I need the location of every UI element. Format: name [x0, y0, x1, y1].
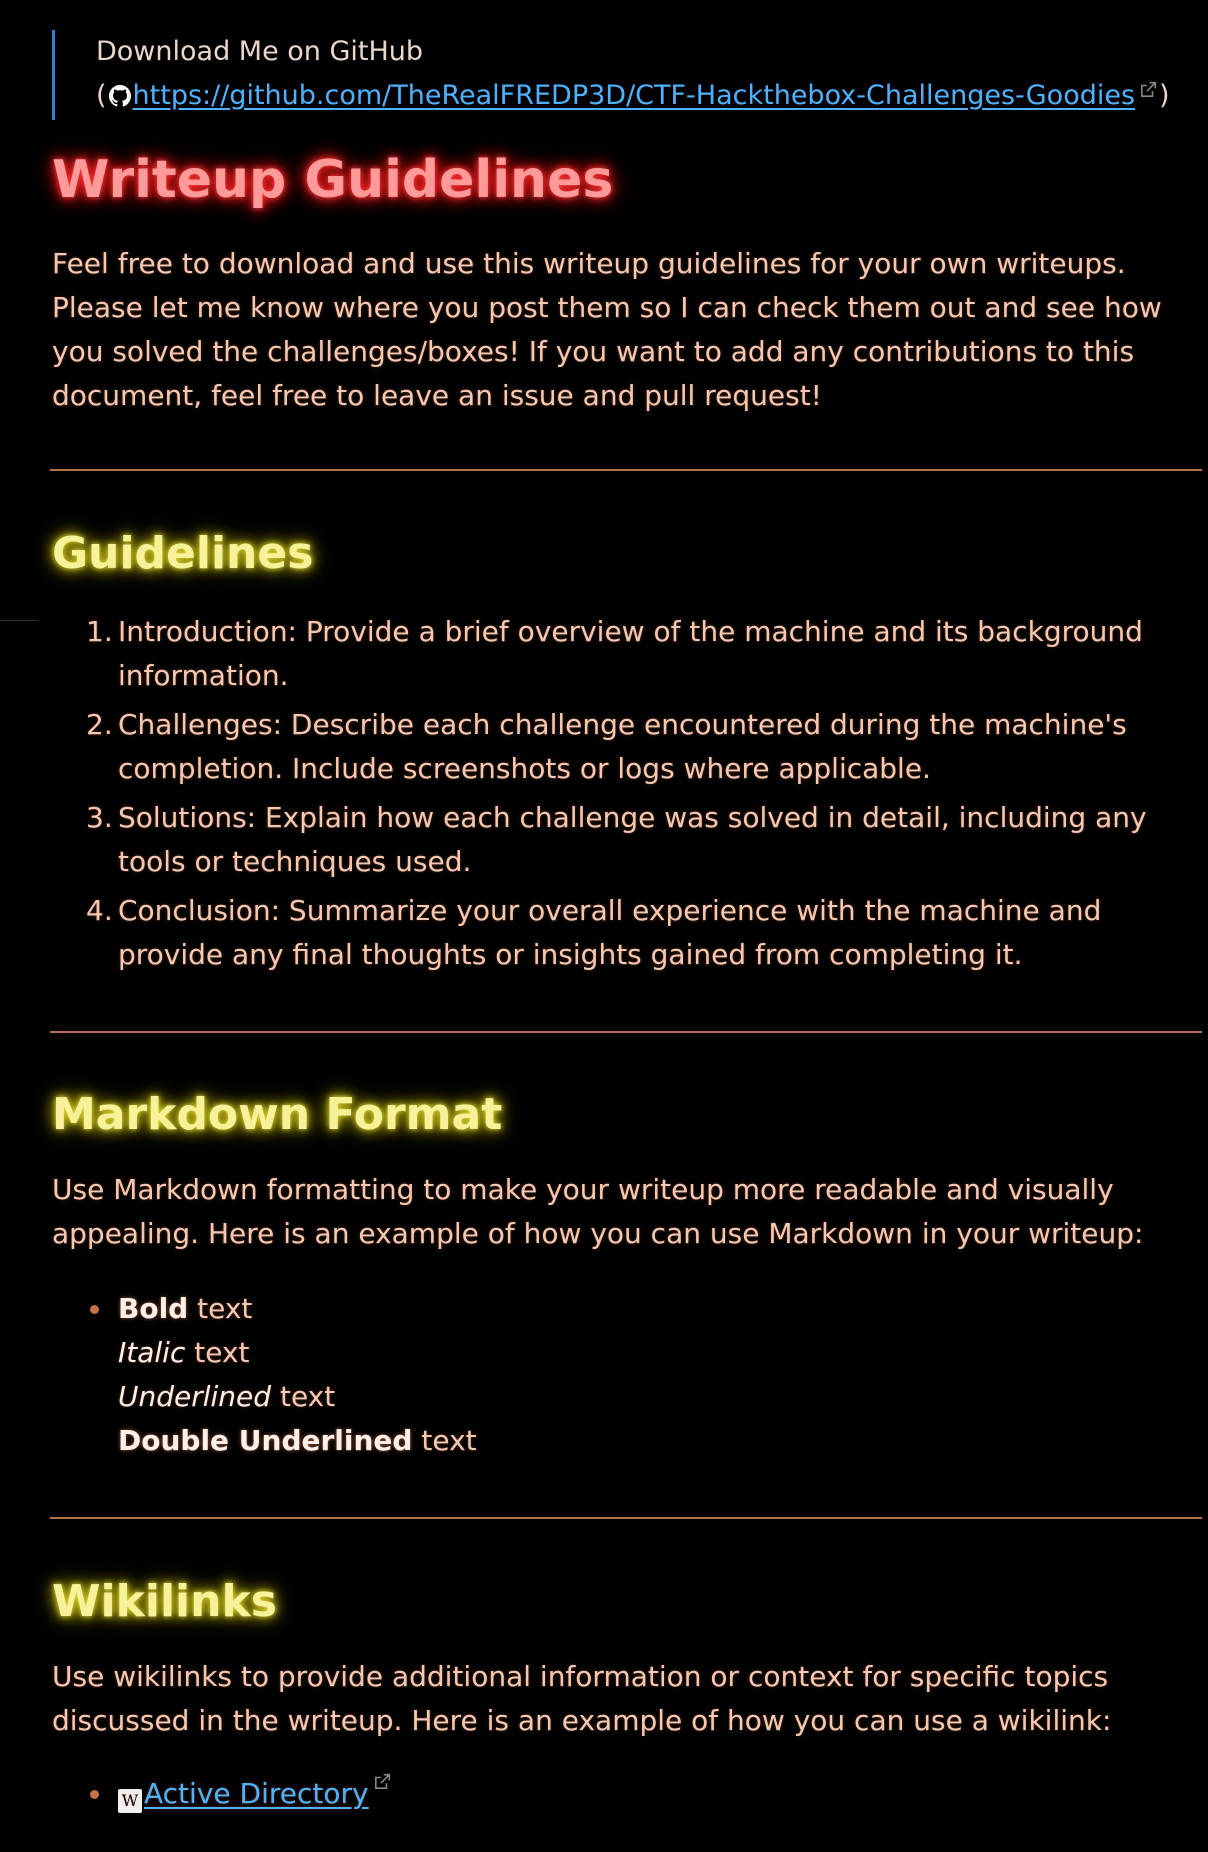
open-paren: (	[96, 80, 107, 111]
list-number: 1.	[86, 615, 113, 648]
wikilinks-intro: Use wikilinks to provide additional info…	[52, 1660, 1112, 1737]
example-suffix: text	[271, 1380, 336, 1413]
list-item: 1. Introduction: Provide a brief overvie…	[82, 610, 1202, 698]
wikilinks-heading: Wikilinks	[52, 1576, 277, 1627]
example-suffix: text	[188, 1292, 253, 1325]
download-callout: Download Me on GitHub ( https://github.c…	[52, 30, 1195, 120]
divider	[50, 469, 1202, 471]
external-link-icon	[1141, 81, 1157, 97]
divider	[50, 1517, 1202, 1519]
list-item: W Active Directory	[82, 1772, 1202, 1816]
italic-example: Italic	[118, 1336, 186, 1369]
list-item-text: Introduction: Provide a brief overview o…	[118, 615, 1143, 692]
list-item: 3. Solutions: Explain how each challenge…	[82, 796, 1202, 884]
list-item: 4. Conclusion: Summarize your overall ex…	[82, 889, 1202, 977]
page-title: Writeup Guidelines	[52, 150, 614, 210]
wikipedia-icon: W	[118, 1789, 142, 1813]
gutter-mark	[0, 620, 38, 621]
list-number: 2.	[86, 708, 113, 741]
github-icon	[108, 84, 131, 106]
list-number: 3.	[86, 801, 113, 834]
example-suffix: text	[185, 1336, 250, 1369]
example-line: Double Underlined text	[118, 1419, 1202, 1463]
note-page: Download Me on GitHub ( https://github.c…	[0, 0, 1208, 1852]
bullet-icon	[90, 1790, 99, 1799]
double-underlined-example: Double Underlined	[118, 1424, 413, 1457]
markdown-intro: Use Markdown formatting to make your wri…	[52, 1173, 1144, 1250]
divider	[50, 1031, 1202, 1033]
bold-example: Bold	[118, 1292, 189, 1325]
list-item: Bold text Italic text Underlined text Do…	[82, 1287, 1202, 1463]
bullet-icon	[90, 1305, 99, 1314]
intro-paragraph: Feel free to download and use this write…	[52, 247, 1162, 412]
example-line: Italic text	[118, 1331, 1202, 1375]
callout-link-line: ( https://github.com/TheRealFREDP3D/CTF-…	[96, 80, 1170, 111]
callout-text: Download Me on GitHub	[96, 36, 424, 67]
markdown-examples-list: Bold text Italic text Underlined text Do…	[82, 1287, 1202, 1463]
guidelines-heading: Guidelines	[52, 528, 314, 579]
underlined-example: Underlined	[118, 1380, 272, 1413]
list-item-text: Challenges: Describe each challenge enco…	[118, 708, 1127, 785]
active-directory-link[interactable]: Active Directory	[144, 1777, 369, 1810]
example-suffix: text	[412, 1424, 477, 1457]
list-item-text: Conclusion: Summarize your overall exper…	[118, 894, 1102, 971]
example-line: Bold text	[118, 1287, 1202, 1331]
github-repo-link[interactable]: https://github.com/TheRealFREDP3D/CTF-Ha…	[133, 80, 1136, 111]
external-link-icon	[374, 1773, 390, 1789]
guidelines-list: 1. Introduction: Provide a brief overvie…	[82, 610, 1202, 982]
close-paren: )	[1159, 80, 1170, 111]
example-line: Underlined text	[118, 1375, 1202, 1419]
wikilinks-list: W Active Directory	[82, 1772, 1202, 1816]
list-item: 2. Challenges: Describe each challenge e…	[82, 703, 1202, 791]
list-number: 4.	[86, 894, 113, 927]
list-item-text: Solutions: Explain how each challenge wa…	[118, 801, 1147, 878]
markdown-heading: Markdown Format	[52, 1089, 503, 1140]
